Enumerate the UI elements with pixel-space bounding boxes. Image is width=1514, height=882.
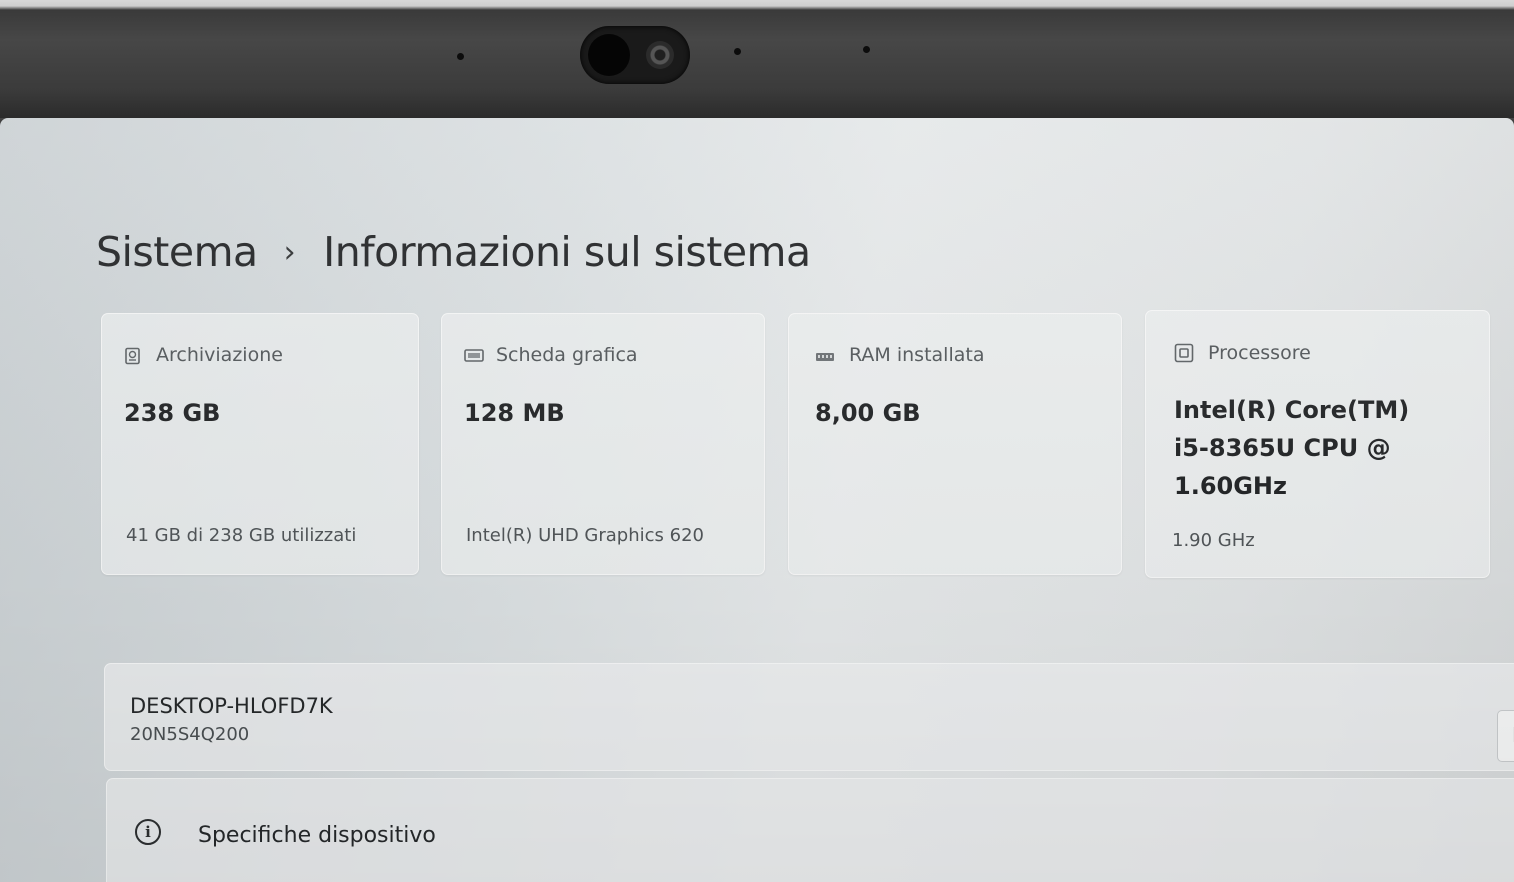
card-header: Scheda grafica: [464, 344, 638, 366]
bezel-sensor-dot: [457, 53, 464, 60]
card-header: Processore: [1174, 342, 1311, 364]
card-label: Scheda grafica: [496, 344, 638, 366]
laptop-bezel: [0, 0, 1514, 130]
processor-icon: [1174, 343, 1194, 363]
device-model: 20N5S4Q200: [130, 724, 250, 745]
ram-icon: [815, 347, 835, 363]
processor-name-line: 1.60GHz: [1174, 472, 1287, 500]
breadcrumb-parent-sistema[interactable]: Sistema: [96, 228, 258, 276]
device-name: DESKTOP-HLOFD7K: [130, 694, 333, 718]
device-name-panel: DESKTOP-HLOFD7K 20N5S4Q200 R: [104, 663, 1514, 771]
card-ram[interactable]: RAM installata 8,00 GB: [788, 313, 1122, 575]
device-specs-section[interactable]: i Specifiche dispositivo: [106, 778, 1514, 882]
card-label: RAM installata: [849, 344, 985, 366]
card-detail: 41 GB di 238 GB utilizzati: [126, 525, 357, 546]
graphics-card-icon: [464, 347, 484, 363]
info-icon: i: [135, 819, 161, 845]
settings-window: Sistema › Informazioni sul sistema Archi…: [0, 118, 1514, 882]
card-header: RAM installata: [815, 344, 984, 366]
webcam-shutter: [588, 34, 630, 76]
card-storage[interactable]: Archiviazione 238 GB 41 GB di 238 GB uti…: [101, 313, 419, 575]
breadcrumb: Sistema › Informazioni sul sistema: [96, 228, 811, 276]
section-title: Specifiche dispositivo: [198, 823, 436, 848]
card-value: 128 MB: [464, 399, 565, 427]
card-label: Archiviazione: [156, 344, 283, 366]
card-value: 238 GB: [124, 399, 221, 427]
card-detail: 1.90 GHz: [1172, 530, 1255, 551]
processor-name-line: i5-8365U CPU @: [1174, 434, 1391, 462]
webcam-lens: [646, 41, 674, 69]
page-title: Informazioni sul sistema: [323, 228, 811, 276]
webcam-icon: [580, 26, 690, 84]
photo-frame: Sistema › Informazioni sul sistema Archi…: [0, 0, 1514, 882]
card-header: Archiviazione: [124, 344, 283, 366]
card-label: Processore: [1208, 342, 1311, 364]
card-value: Intel(R) Core(TM) i5-8365U CPU @ 1.60GHz: [1174, 391, 1409, 505]
processor-name-line: Intel(R) Core(TM): [1174, 396, 1410, 424]
storage-icon: [124, 347, 142, 365]
bezel-sensor-dot: [863, 46, 870, 53]
card-detail: Intel(R) UHD Graphics 620: [466, 525, 704, 546]
card-graphics[interactable]: Scheda grafica 128 MB Intel(R) UHD Graph…: [441, 313, 765, 575]
chevron-right-icon: ›: [283, 235, 296, 270]
card-processor[interactable]: Processore Intel(R) Core(TM) i5-8365U CP…: [1145, 310, 1490, 578]
card-value: 8,00 GB: [815, 399, 921, 427]
bezel-sensor-dot: [734, 48, 741, 55]
rename-pc-button[interactable]: R: [1497, 710, 1514, 762]
